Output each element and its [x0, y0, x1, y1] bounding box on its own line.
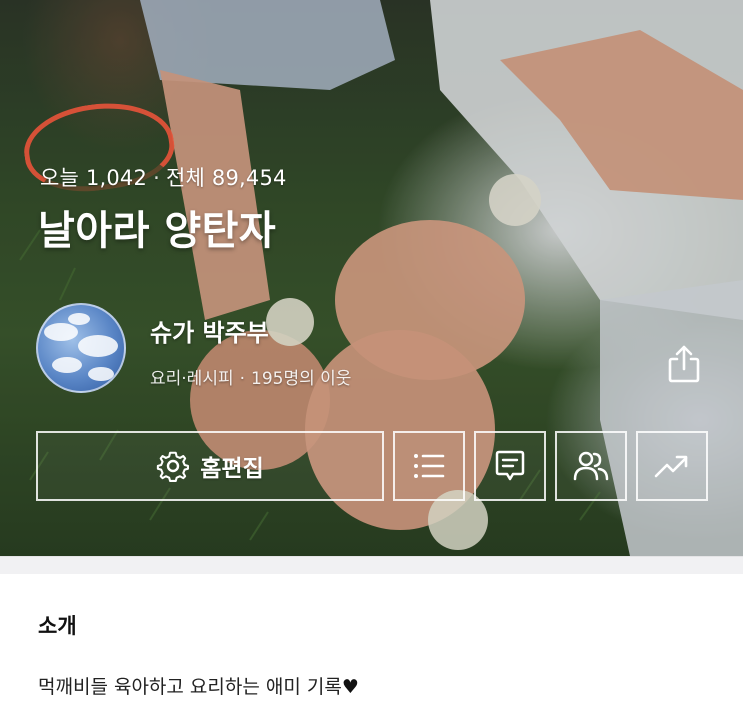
comment-button[interactable]	[474, 431, 546, 501]
today-label: 오늘	[40, 166, 80, 190]
stats-button[interactable]	[636, 431, 708, 501]
section-divider	[0, 556, 743, 574]
heart-icon: ♥	[341, 676, 359, 698]
intro-body: 먹깨비들 육아하고 요리하는 애미 기록	[38, 676, 342, 698]
home-edit-button[interactable]: 홈편집	[36, 431, 384, 501]
stats-separator: ·	[153, 166, 160, 190]
trend-icon	[654, 455, 688, 478]
total-count: 89,454	[211, 166, 287, 190]
visitor-stats: 오늘 1,042 · 전체 89,454	[40, 162, 287, 192]
category-label: 요리·레시피	[150, 369, 234, 389]
neighbors-button[interactable]	[555, 431, 627, 501]
avatar[interactable]	[36, 303, 126, 393]
intro-text: 먹깨비들 육아하고 요리하는 애미 기록♥	[38, 672, 359, 699]
comment-icon	[495, 450, 525, 481]
nickname[interactable]: 슈가 박주부	[150, 313, 269, 348]
home-edit-label: 홈편집	[200, 456, 264, 482]
blog-title: 날아라 양탄자	[38, 208, 277, 254]
today-count: 1,042	[85, 166, 148, 190]
neighbors-count[interactable]: 195명의 이웃	[251, 369, 351, 389]
category-list-button[interactable]	[393, 431, 465, 501]
meta-separator: ·	[239, 369, 246, 389]
share-button[interactable]	[660, 340, 708, 388]
total-label: 전체	[165, 166, 205, 190]
cover-image: 오늘 1,042 · 전체 89,454 날아라 양탄자 슈가 박주부 요리·레시피…	[0, 0, 743, 556]
intro-title: 소개	[38, 614, 77, 638]
people-icon	[573, 451, 609, 481]
profile-meta: 요리·레시피 · 195명의 이웃	[150, 364, 351, 389]
list-icon	[414, 454, 445, 478]
gear-icon	[157, 451, 190, 482]
share-icon	[668, 345, 700, 383]
